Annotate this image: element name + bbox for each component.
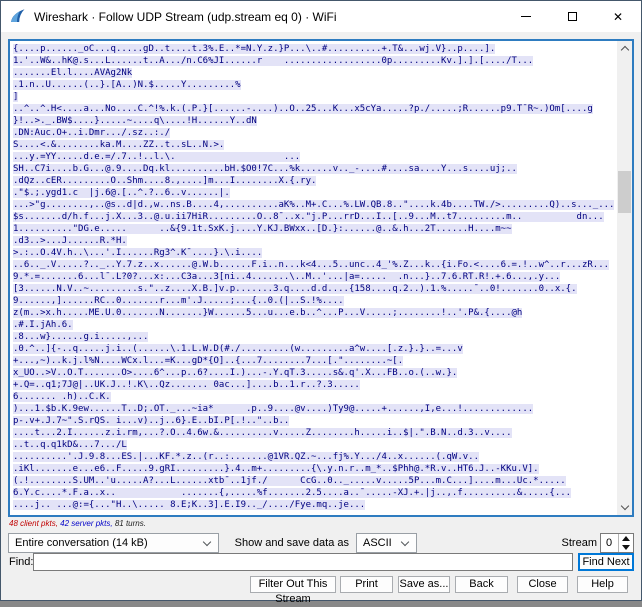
- chevron-down-icon: [400, 537, 410, 546]
- filter-out-stream-button[interactable]: Filter Out This Stream: [250, 576, 336, 605]
- stream-spinner-value: 0: [606, 537, 613, 549]
- follow-stream-window: Wireshark · Follow UDP Stream (udp.strea…: [0, 0, 642, 605]
- spinner-down-button[interactable]: [619, 543, 633, 552]
- stream-scrollbar[interactable]: [617, 41, 632, 515]
- close-button[interactable]: ✕: [595, 1, 641, 32]
- client-pkts-stat: 48 client pkts,: [9, 519, 58, 528]
- stream-stats: 48 client pkts, 42 server pkts, 81 turns…: [9, 519, 146, 528]
- find-label: Find:: [9, 556, 34, 568]
- window-title: Wireshark · Follow UDP Stream (udp.strea…: [34, 9, 337, 24]
- maximize-button[interactable]: [549, 1, 595, 32]
- conversation-dropdown-value: Entire conversation (14 kB): [15, 537, 148, 549]
- triangle-up-icon: [622, 536, 630, 541]
- scrollbar-thumb[interactable]: [618, 171, 631, 213]
- server-pkts-stat: 42 server pkts,: [57, 519, 113, 528]
- title-bar[interactable]: Wireshark · Follow UDP Stream (udp.strea…: [1, 1, 641, 32]
- scroll-down-button[interactable]: [617, 500, 632, 515]
- stream-label: Stream: [561, 537, 597, 549]
- close-dialog-button[interactable]: Close: [517, 576, 568, 593]
- spinner-up-button[interactable]: [619, 534, 633, 543]
- stream-box: {....p......_oC...q.....gD..t....t.3%.E.…: [8, 39, 634, 517]
- close-icon: ✕: [612, 9, 624, 24]
- find-next-button[interactable]: Find Next: [578, 553, 634, 571]
- back-button[interactable]: Back: [455, 576, 508, 593]
- turns-stat: 81 turns.: [112, 519, 146, 528]
- dialog-body: {....p......_oC...q.....gD..t....t.3%.E.…: [1, 32, 641, 605]
- triangle-down-icon: [622, 545, 630, 550]
- maximize-icon: [567, 12, 577, 21]
- help-button[interactable]: Help: [577, 576, 628, 593]
- minimize-icon: [521, 16, 531, 17]
- format-dropdown[interactable]: ASCII: [356, 533, 417, 553]
- chevron-down-icon: [620, 501, 629, 511]
- chevron-up-icon: [620, 45, 629, 55]
- minimize-button[interactable]: [503, 1, 549, 32]
- find-input[interactable]: [33, 553, 573, 571]
- chevron-down-icon: [202, 537, 212, 546]
- scroll-up-button[interactable]: [617, 41, 632, 56]
- show-save-label: Show and save data as: [234, 537, 349, 549]
- stream-spinner[interactable]: 0: [600, 533, 634, 553]
- wireshark-icon: [11, 9, 25, 22]
- print-button[interactable]: Print: [340, 576, 393, 593]
- conversation-dropdown[interactable]: Entire conversation (14 kB): [8, 533, 219, 553]
- stream-content[interactable]: {....p......_oC...q.....gD..t....t.3%.E.…: [10, 41, 617, 515]
- save-as-button[interactable]: Save as...: [398, 576, 450, 593]
- format-dropdown-value: ASCII: [363, 537, 392, 549]
